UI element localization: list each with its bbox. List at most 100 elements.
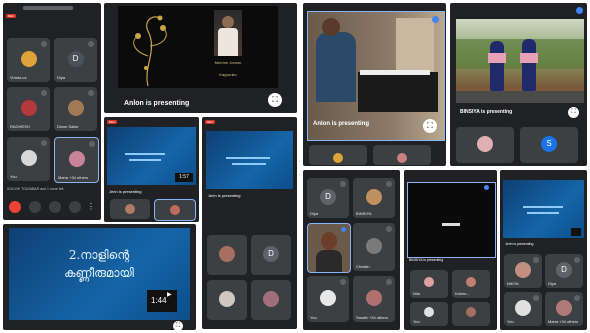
- participant-name: You: [310, 315, 317, 320]
- participant-tile[interactable]: You: [410, 302, 448, 326]
- participant-tile[interactable]: [307, 223, 351, 273]
- top-status-bar: [23, 6, 73, 10]
- participant-tile[interactable]: You: [307, 276, 349, 322]
- participant-tile[interactable]: You: [504, 292, 542, 326]
- more-options-button[interactable]: ⋮: [87, 201, 95, 213]
- camera-button[interactable]: [49, 201, 61, 213]
- avatar: [219, 291, 235, 307]
- video-timer: 1:57: [175, 173, 193, 182]
- avatar: [556, 300, 572, 316]
- piano: [358, 72, 438, 112]
- avatar: S: [541, 136, 557, 152]
- meet-window-grid-1: REC Vrinda cs D Diya RAGHESH Dixon Sailo…: [3, 3, 101, 220]
- participant-tile[interactable]: You: [7, 137, 50, 181]
- slide-title-line2: കണ്ണീരുമായി: [64, 266, 134, 280]
- participant-tile[interactable]: [452, 302, 490, 326]
- participant-tile[interactable]: [373, 145, 431, 165]
- participant-tile[interactable]: [154, 199, 196, 221]
- floral-decoration: [133, 15, 167, 87]
- participant-tile[interactable]: [207, 235, 247, 275]
- participant-tile[interactable]: [207, 280, 247, 320]
- mic-off-icon: [88, 41, 94, 47]
- avatar: [515, 300, 531, 316]
- participant-tile[interactable]: D Diya: [54, 38, 97, 82]
- avatar: [366, 189, 382, 205]
- fullscreen-icon[interactable]: ⛶: [173, 321, 183, 330]
- avatar: D: [263, 246, 279, 262]
- participant-tile[interactable]: Vrinda cs: [7, 38, 50, 82]
- participant-name: You: [413, 319, 420, 324]
- play-icon: ▶: [167, 292, 172, 298]
- participant-name: Krishn...: [455, 291, 470, 296]
- slide-line: [226, 157, 270, 159]
- fullscreen-icon[interactable]: ⛶: [568, 107, 579, 118]
- participant-tile[interactable]: Maria +34 others: [54, 137, 99, 183]
- avatar: [515, 262, 531, 278]
- avatar: [366, 238, 382, 254]
- participant-tile[interactable]: [456, 127, 514, 163]
- avatar: [333, 153, 343, 163]
- fullscreen-icon[interactable]: ⛶: [268, 93, 282, 107]
- participant-tile[interactable]: Nila: [410, 270, 448, 298]
- shared-poster: Merrine Jomon Kayyunku: [118, 6, 278, 88]
- avatar: [466, 307, 476, 317]
- participant-tile[interactable]: [251, 280, 291, 320]
- participant-name: Sarath +34 others: [356, 315, 388, 320]
- dancer-2: [522, 39, 536, 91]
- person-head: [322, 18, 340, 36]
- mic-off-icon: [386, 181, 392, 187]
- participant-tile[interactable]: RAGHESH: [7, 87, 50, 131]
- presenting-label: Anlon is presenting: [124, 100, 190, 107]
- avatar: D: [67, 51, 84, 67]
- avatar: [366, 290, 382, 306]
- timer-value: 1:44: [151, 296, 167, 305]
- avatar: [219, 246, 235, 262]
- meet-window-grid-2: D Diya BINSIYA Christin You Sarath +34 o…: [303, 170, 400, 330]
- participant-name: Maria +34 others: [58, 175, 89, 180]
- participant-tile[interactable]: [110, 199, 150, 219]
- participant-tile[interactable]: Dixon Sailor: [54, 87, 97, 131]
- participant-tile[interactable]: Maria +34 others: [545, 292, 583, 326]
- participant-name: Nila: [413, 291, 420, 296]
- mic-off-icon: [533, 257, 539, 263]
- participant-tile[interactable]: S: [520, 127, 578, 163]
- person-body: [316, 250, 342, 272]
- mic-off-icon: [41, 41, 47, 47]
- meet-window-presenting-jerin: REC Jerin is presenting D: [202, 117, 297, 329]
- participant-tile[interactable]: [309, 145, 367, 165]
- participant-tile[interactable]: Sarath +34 others: [353, 276, 395, 322]
- participant-tile[interactable]: D: [251, 235, 291, 275]
- speaking-indicator: [432, 16, 439, 23]
- avatar: [320, 290, 336, 306]
- avatar: D: [320, 189, 336, 205]
- mic-off-icon: [88, 90, 94, 96]
- raise-hand-button[interactable]: [69, 201, 81, 213]
- participant-name: You: [10, 174, 17, 179]
- fullscreen-icon[interactable]: ⛶: [423, 119, 437, 133]
- avatar: [20, 51, 37, 67]
- shared-screen: [407, 182, 496, 258]
- avatar: [20, 150, 37, 166]
- slide-line: [527, 212, 559, 214]
- avatar: [68, 151, 85, 167]
- mic-off-icon: [89, 141, 95, 147]
- participant-tile[interactable]: Krishn...: [452, 270, 490, 298]
- mic-off-icon: [533, 295, 539, 301]
- participant-tile[interactable]: Christin: [353, 223, 395, 271]
- screen-bar: [442, 223, 460, 226]
- participant-tile[interactable]: BINSIYA: [353, 178, 395, 218]
- participant-tile[interactable]: D Diya: [307, 178, 349, 218]
- participant-name: Diya: [57, 75, 66, 80]
- participant-tile[interactable]: NIKYA: [504, 254, 542, 288]
- mic-button[interactable]: [29, 201, 41, 213]
- avatar: [125, 204, 135, 214]
- participant-tile[interactable]: D Diya: [545, 254, 583, 288]
- participant-name: Christin: [356, 264, 370, 269]
- slide-line: [129, 159, 161, 161]
- recording-badge: REC: [205, 120, 216, 124]
- mic-off-icon: [340, 279, 346, 285]
- poster-name: Merrine Jomon: [214, 60, 242, 65]
- hangup-button[interactable]: [9, 201, 21, 213]
- dancer-2-scarf: [520, 53, 538, 63]
- shared-slide: [503, 180, 584, 238]
